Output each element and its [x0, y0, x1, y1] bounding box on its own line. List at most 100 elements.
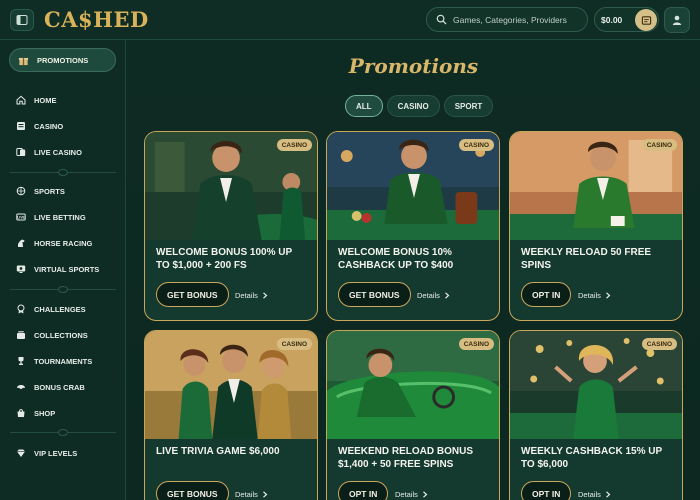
- category-badge: CASINO: [458, 139, 494, 151]
- promo-filter-tabs: ALL CASINO SPORT: [345, 95, 494, 117]
- sidebar-item-label: LIVE BETTING: [34, 212, 86, 222]
- promo-card[interactable]: CASINO WEEKEND RELOAD BONUS $1,400 + 50 …: [326, 330, 500, 500]
- sidebar-item-bonus-crab[interactable]: BONUS CRAB: [16, 379, 85, 395]
- get-bonus-button[interactable]: GET BONUS: [156, 282, 229, 307]
- details-label: Details: [578, 290, 601, 300]
- details-label: Details: [578, 489, 601, 499]
- chevron-right-icon: [606, 490, 611, 498]
- sidebar-item-label: BONUS CRAB: [34, 382, 85, 392]
- sidebar-item-label: SHOP: [34, 408, 56, 418]
- promo-title: WEEKLY CASHBACK 15% UP TO $6,000: [521, 446, 662, 470]
- details-link[interactable]: Details: [395, 488, 428, 500]
- tab-casino[interactable]: CASINO: [386, 95, 440, 117]
- details-link[interactable]: Details: [235, 289, 268, 301]
- collections-icon: [17, 331, 25, 339]
- tab-sport[interactable]: SPORT: [443, 95, 494, 117]
- search-icon: [436, 14, 447, 25]
- sidebar-item-live-casino[interactable]: LIVE CASINO: [16, 144, 82, 160]
- wallet-balance[interactable]: $0.00: [594, 7, 659, 32]
- gift-icon: [18, 57, 29, 65]
- sidebar-toggle-icon: [16, 15, 28, 25]
- details-link[interactable]: Details: [578, 488, 611, 500]
- crab-icon: [17, 385, 25, 389]
- shop-icon: [17, 409, 25, 417]
- details-label: Details: [417, 290, 440, 300]
- main-content: Promotions ALL CASINO SPORT CASINO WELCO…: [127, 40, 700, 500]
- promo-title: WELCOME BONUS 10% CASHBACK UP TO $400: [338, 247, 454, 271]
- promo-card[interactable]: CASINO LIVE TRIVIA GAME $6,000 GET BONUS…: [144, 330, 318, 500]
- category-badge: CASINO: [276, 139, 312, 151]
- chevron-right-icon: [263, 291, 268, 299]
- sidebar-item-promotions[interactable]: PROMOTIONS: [9, 48, 116, 72]
- details-label: Details: [235, 290, 258, 300]
- opt-in-button[interactable]: OPT IN: [338, 481, 389, 500]
- sidebar-item-label: SPORTS: [34, 186, 65, 196]
- chevron-right-icon: [606, 291, 611, 299]
- promo-card[interactable]: CASINO WEEKLY RELOAD 50 FREE SPINS OPT I…: [509, 131, 683, 321]
- page-title: Promotions: [348, 54, 479, 78]
- details-link[interactable]: Details: [417, 289, 450, 301]
- search-box[interactable]: [426, 7, 588, 32]
- sidebar-item-label: HORSE RACING: [34, 238, 93, 248]
- search-input[interactable]: [453, 14, 583, 25]
- wallet-icon: [641, 15, 651, 25]
- sidebar-item-vip-levels[interactable]: VIP LEVELS: [16, 445, 77, 461]
- sidebar-item-challenges[interactable]: CHALLENGES: [16, 301, 86, 317]
- get-bonus-button[interactable]: GET BONUS: [156, 481, 229, 500]
- sports-icon: [16, 186, 26, 196]
- sidebar-item-shop[interactable]: SHOP: [16, 405, 55, 421]
- sidebar-item-label: CASINO: [34, 121, 64, 131]
- promo-card[interactable]: CASINO WEEKLY CASHBACK 15% UP TO $6,000 …: [509, 330, 683, 500]
- sidebar-toggle-button[interactable]: [10, 9, 34, 31]
- trophy-icon: [18, 357, 24, 365]
- sidebar-item-label: PROMOTIONS: [37, 55, 89, 65]
- sidebar-item-label: CHALLENGES: [34, 304, 86, 314]
- details-label: Details: [395, 489, 418, 499]
- sidebar-divider: [10, 169, 116, 176]
- sidebar-item-sports[interactable]: SPORTS: [16, 183, 65, 199]
- category-badge: CASINO: [641, 338, 677, 350]
- sidebar-item-label: TOURNAMENTS: [34, 356, 93, 366]
- user-profile-button[interactable]: [664, 7, 690, 33]
- sidebar-item-tournaments[interactable]: TOURNAMENTS: [16, 353, 92, 369]
- sidebar-item-label: COLLECTIONS: [34, 330, 88, 340]
- promo-title: WEEKLY RELOAD 50 FREE SPINS: [521, 247, 652, 271]
- top-header: CA$HED $0.00: [0, 0, 700, 40]
- promo-title: WEEKEND RELOAD BONUS $1,400 + 50 FREE SP…: [338, 446, 474, 470]
- sidebar-item-live-betting[interactable]: LIVE LIVE BETTING: [16, 209, 86, 225]
- site-logo[interactable]: CA$HED: [44, 6, 149, 34]
- live-casino-icon: [16, 148, 26, 156]
- virtual-sports-icon: [16, 265, 26, 273]
- horse-icon: [18, 239, 25, 247]
- chevron-right-icon: [445, 291, 450, 299]
- category-badge: CASINO: [458, 338, 494, 350]
- opt-in-button[interactable]: OPT IN: [521, 282, 572, 307]
- opt-in-button[interactable]: OPT IN: [521, 481, 572, 500]
- promo-card[interactable]: CASINO WELCOME BONUS 100% UP TO $1,000 +…: [144, 131, 318, 321]
- category-badge: CASINO: [641, 139, 677, 151]
- promo-card[interactable]: CASINO WELCOME BONUS 10% CASHBACK UP TO …: [326, 131, 500, 321]
- details-link[interactable]: Details: [578, 289, 611, 301]
- user-icon: [672, 15, 682, 25]
- live-betting-icon: LIVE: [16, 213, 26, 221]
- category-badge: CASINO: [276, 338, 312, 350]
- sidebar-item-label: VIRTUAL SPORTS: [34, 264, 100, 274]
- details-label: Details: [235, 489, 258, 499]
- challenges-icon: [17, 304, 25, 314]
- sidebar-item-collections[interactable]: COLLECTIONS: [16, 327, 88, 343]
- diamond-icon: [17, 449, 25, 457]
- get-bonus-button[interactable]: GET BONUS: [338, 282, 411, 307]
- sidebar-divider: [10, 286, 116, 293]
- sidebar-item-virtual-sports[interactable]: VIRTUAL SPORTS: [16, 261, 99, 277]
- sidebar-item-horse-racing[interactable]: HORSE RACING: [16, 235, 92, 251]
- deposit-button[interactable]: [635, 9, 657, 31]
- details-link[interactable]: Details: [235, 488, 268, 500]
- sidebar-item-home[interactable]: HOME: [16, 92, 57, 108]
- sidebar-item-label: VIP LEVELS: [34, 448, 78, 458]
- sidebar-divider: [10, 429, 116, 436]
- sidebar-item-casino[interactable]: CASINO: [16, 118, 63, 134]
- tab-all[interactable]: ALL: [345, 95, 383, 117]
- promo-title: WELCOME BONUS 100% UP TO $1,000 + 200 FS: [156, 247, 292, 271]
- casino-icon: [17, 122, 25, 130]
- sidebar-item-label: LIVE CASINO: [34, 147, 82, 157]
